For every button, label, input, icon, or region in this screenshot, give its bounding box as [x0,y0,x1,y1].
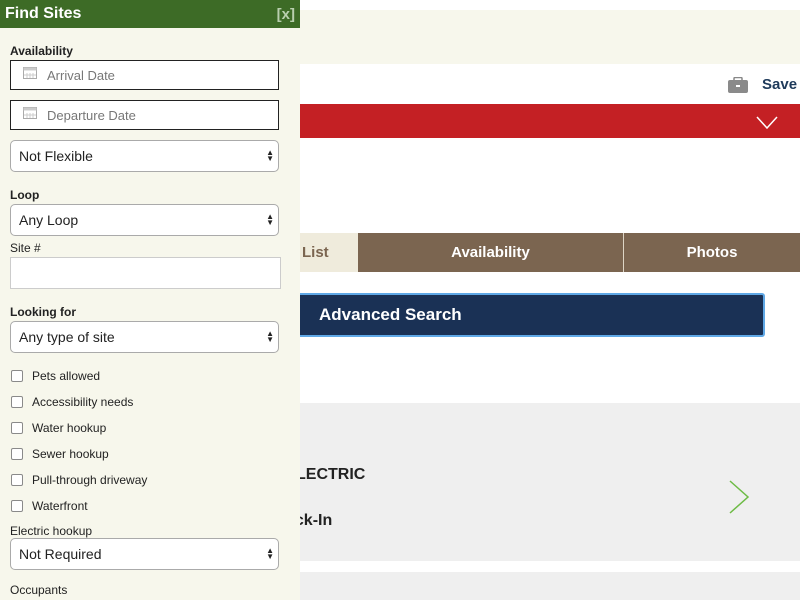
find-sites-panel: Find Sites [x] Availability Arrival Date [0,0,300,600]
flexibility-value: Not Flexible [19,148,93,164]
looking-for-label: Looking for [10,305,76,319]
arrival-date-field[interactable]: Arrival Date [10,60,279,90]
checkbox-label: Pull-through driveway [32,473,148,487]
calendar-icon [23,66,37,84]
electric-hookup-label: Electric hookup [10,524,93,538]
electric-hookup-value: Not Required [19,546,102,562]
loop-select[interactable]: Any Loop ▲ ▼ [10,204,279,236]
select-arrows-icon: ▲ ▼ [266,546,274,561]
arrival-date-placeholder: Arrival Date [47,67,115,83]
save-control[interactable]: Save [728,76,797,93]
chevron-right-icon[interactable] [728,480,750,519]
checkbox-label: Accessibility needs [32,395,134,409]
advanced-search-button[interactable]: Advanced Search [290,293,765,337]
electric-hookup-select[interactable]: Not Required ▲ ▼ [10,538,279,570]
departure-date-placeholder: Departure Date [47,107,136,123]
save-button[interactable]: Save [762,76,797,93]
panel-header: Find Sites [x] [0,0,300,28]
checkbox-label: Water hookup [32,421,107,435]
loop-label: Loop [10,188,40,202]
site-type-select[interactable]: Any type of site ▲ ▼ [10,321,279,353]
checkbox[interactable] [11,422,23,434]
page: Save List Availability Photos Advanced S… [0,0,800,600]
occupants-label: Occupants [10,583,68,597]
checkbox[interactable] [11,500,23,512]
checkbox-sewer-hookup[interactable]: Sewer hookup [11,447,109,461]
checkbox-label: Waterfront [32,499,88,513]
checkbox[interactable] [11,396,23,408]
chevron-down-icon[interactable] [756,116,778,135]
checkbox[interactable] [11,474,23,486]
close-button[interactable]: [x] [277,6,295,23]
departure-date-field[interactable]: Departure Date [10,100,279,130]
tab-photos[interactable]: Photos [624,233,800,272]
checkbox-pull-through-driveway[interactable]: Pull-through driveway [11,473,147,487]
select-arrows-icon: ▲ ▼ [266,212,274,227]
calendar-icon [23,106,37,124]
checkbox-pets-allowed[interactable]: Pets allowed [11,369,100,383]
site-number-label: Site # [10,241,41,255]
site-number-input[interactable] [10,257,281,289]
briefcase-icon [728,76,748,93]
checkbox-waterfront[interactable]: Waterfront [11,499,88,513]
checkbox[interactable] [11,448,23,460]
result-title: LECTRIC [296,466,366,483]
checkbox-label: Pets allowed [32,369,101,383]
checkbox-water-hookup[interactable]: Water hookup [11,421,106,435]
panel-title: Find Sites [5,5,82,22]
availability-label: Availability [10,44,73,58]
select-arrows-icon: ▲ ▼ [266,148,274,163]
checkbox[interactable] [11,370,23,382]
select-arrows-icon: ▲ ▼ [266,329,274,344]
loop-value: Any Loop [19,212,79,228]
site-type-value: Any type of site [19,329,115,345]
tab-availability[interactable]: Availability [358,233,624,272]
checkbox-label: Sewer hookup [32,447,109,461]
flexibility-select[interactable]: Not Flexible ▲ ▼ [10,140,279,172]
checkbox-accessibility-needs[interactable]: Accessibility needs [11,395,133,409]
